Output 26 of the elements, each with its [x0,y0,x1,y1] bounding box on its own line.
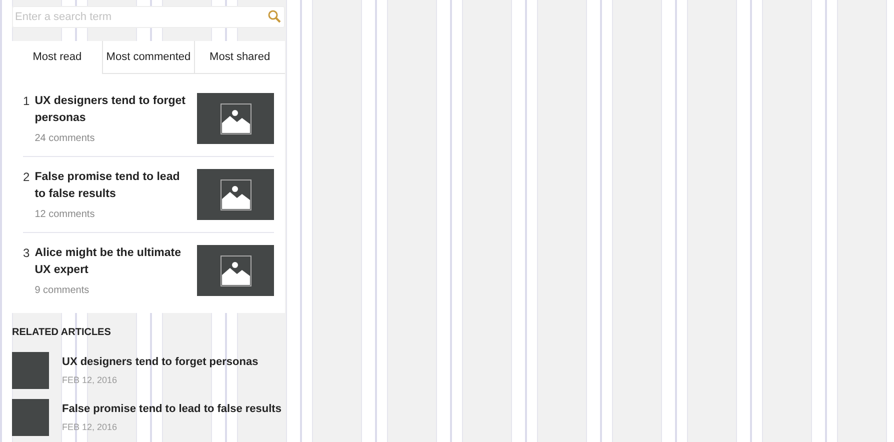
article-title[interactable]: Alice might be the ultimate UX expert [34,245,191,279]
article-title[interactable]: UX designers tend to forget personas [34,93,191,127]
article-title[interactable]: False promise tend to lead to false results [62,401,282,418]
search-icon[interactable] [268,10,281,23]
image-icon [220,178,252,210]
article-title[interactable]: False promise tend to lead to false results [34,169,191,203]
tab[interactable]: Most commented [102,41,194,74]
search-field[interactable]: Enter a search term [12,6,285,28]
tab[interactable]: Most shared [194,41,285,74]
article-thumbnail[interactable] [12,399,49,436]
article-thumbnail[interactable] [197,169,274,220]
article-date: FEB 12, 2016 [62,420,118,434]
section-heading: RELATED ARTICLES [12,326,112,340]
article-title[interactable]: UX designers tend to forget personas [62,354,258,370]
comment-count: 9 comments [34,284,90,298]
rank-number: 1 [23,93,30,110]
rank-number: 3 [23,245,30,262]
comment-count: 12 comments [34,208,96,222]
image-icon [220,254,252,286]
article-thumbnail[interactable] [197,245,274,296]
image-icon [220,102,252,134]
comment-count: 24 comments [34,132,96,146]
article-date: FEB 12, 2016 [62,374,118,386]
article-thumbnail[interactable] [12,352,49,389]
article-thumbnail[interactable] [197,93,274,144]
rank-number: 2 [23,169,30,186]
